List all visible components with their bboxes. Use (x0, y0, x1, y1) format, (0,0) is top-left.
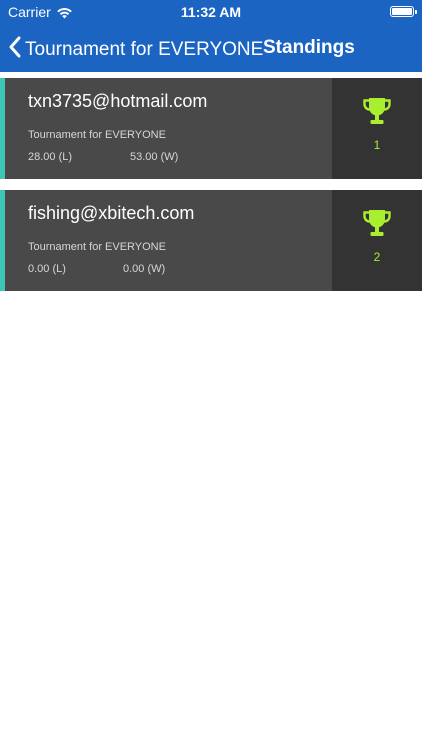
standing-row[interactable]: fishing@xbitech.com Tournament for EVERY… (0, 190, 422, 291)
header: Carrier 11:32 AM Tournament for EVERYONE… (0, 0, 422, 72)
rank-box: 2 (332, 190, 422, 291)
page-title: Standings (263, 37, 355, 58)
row-accent (0, 190, 5, 291)
back-button[interactable]: Tournament for EVERYONE (8, 36, 263, 63)
losses-value: 0.00 (L) (28, 263, 66, 275)
player-email: fishing@xbitech.com (28, 203, 195, 223)
tournament-name: Tournament for EVERYONE (28, 241, 166, 253)
status-clock: 11:32 AM (180, 4, 242, 20)
battery-icon (390, 6, 417, 17)
nav-bar: Tournament for EVERYONE Standings (0, 24, 422, 72)
tournament-name: Tournament for EVERYONE (28, 129, 166, 141)
standings-list: txn3735@hotmail.com Tournament for EVERY… (0, 78, 422, 302)
losses-value: 28.00 (L) (28, 151, 73, 163)
standing-row[interactable]: txn3735@hotmail.com Tournament for EVERY… (0, 78, 422, 179)
back-label: Tournament for EVERYONE (25, 38, 264, 60)
chevron-left-icon (8, 36, 21, 63)
trophy-icon (362, 208, 392, 238)
wins-value: 53.00 (W) (130, 151, 179, 163)
status-bar: Carrier 11:32 AM (0, 0, 422, 24)
row-accent (0, 78, 5, 179)
rank-number: 1 (373, 138, 381, 152)
rank-box: 1 (332, 78, 422, 179)
trophy-icon (362, 96, 392, 126)
rank-number: 2 (373, 250, 381, 264)
wins-value: 0.00 (W) (123, 263, 166, 275)
player-email: txn3735@hotmail.com (28, 91, 208, 111)
